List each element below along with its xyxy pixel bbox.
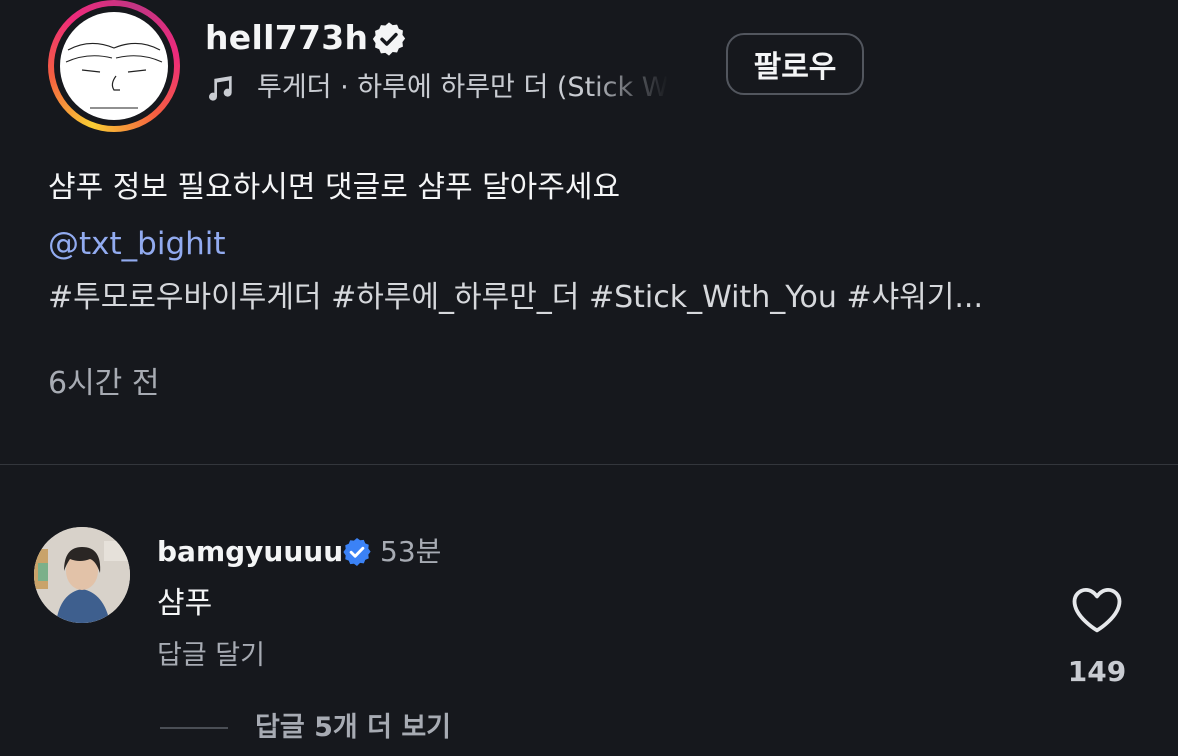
- mention-link[interactable]: @txt_bighit: [48, 222, 226, 266]
- post-timestamp: 6시간 전: [48, 366, 160, 401]
- avatar-face-drawing: [65, 42, 163, 109]
- like-count: 149: [1067, 655, 1127, 688]
- reply-button[interactable]: 답글 달기: [157, 636, 265, 676]
- hashtags[interactable]: #투모로우바이투게더 #하루에_하루만_더 #Stick_With_You #샤…: [48, 276, 983, 320]
- view-more-replies-button[interactable]: 답글 5개 더 보기: [255, 708, 451, 748]
- commenter-username[interactable]: bamgyuuuu: [157, 532, 343, 572]
- verified-badge-icon: [372, 22, 406, 56]
- music-text: 투게더 · 하루에 하루만 더 (Stick W: [257, 72, 669, 103]
- comment-text: 샴푸: [157, 586, 213, 621]
- divider: [0, 464, 1178, 465]
- commenter-avatar-photo: [34, 527, 130, 623]
- commenter-avatar[interactable]: [34, 527, 130, 623]
- replies-divider-line: [160, 727, 228, 729]
- follow-button[interactable]: 팔로우: [726, 33, 864, 95]
- post-username[interactable]: hell773h: [205, 14, 368, 62]
- music-note-icon: [209, 76, 232, 101]
- comment-timestamp: 53분: [380, 535, 442, 568]
- post-caption: 샴푸 정보 필요하시면 댓글로 샴푸 달아주세요: [48, 170, 621, 205]
- post-author-avatar[interactable]: [48, 0, 180, 132]
- heart-icon[interactable]: [1070, 584, 1124, 634]
- music-attribution[interactable]: 투게더 · 하루에 하루만 더 (Stick W: [205, 70, 690, 106]
- verified-badge-icon: [343, 538, 371, 566]
